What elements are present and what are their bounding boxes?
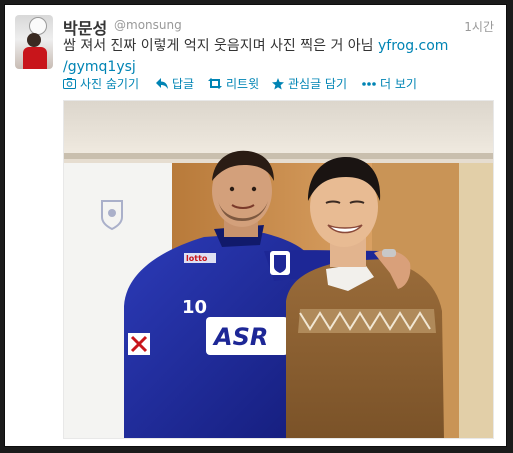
star-icon: [272, 77, 284, 89]
tweet-body: 쌈 져서 진짜 이렇게 억지 웃음지며 사진 찍은 거 아님: [63, 38, 378, 54]
more-dots-icon: [362, 81, 376, 86]
ceiling: [64, 101, 493, 153]
reply-icon: [156, 78, 168, 89]
hide-photo-button[interactable]: 사진 숨기기: [63, 75, 139, 92]
jersey-number: 10: [182, 297, 207, 318]
favorite-button[interactable]: 관심글 담기: [272, 75, 347, 92]
retweet-label: 리트윗: [226, 77, 260, 91]
tweet-actions: 사진 숨기기 답글 리트윗 관심글 담기 더 보기: [63, 75, 493, 91]
badge-crest: [274, 255, 286, 273]
tweet-timestamp[interactable]: 1시간: [464, 18, 494, 35]
eye-left: [229, 186, 235, 192]
avatar-head: [27, 33, 41, 47]
hide-photo-label: 사진 숨기기: [80, 77, 140, 91]
eye-right: [251, 186, 257, 192]
tweet-card: 박문성 @monsung 1시간 쌈 져서 진짜 이렇게 억지 웃음지며 사진 …: [4, 4, 507, 447]
reply-button[interactable]: 답글: [156, 75, 194, 92]
right-wall-edge: [459, 163, 493, 438]
photo-link-domain[interactable]: yfrog.com: [378, 38, 448, 54]
kit-brand-text: lotto: [186, 254, 208, 263]
favorite-label: 관심글 담기: [288, 77, 348, 91]
sponsor-text: ASR: [212, 323, 268, 351]
retweet-icon: [208, 78, 222, 89]
more-button[interactable]: 더 보기: [362, 75, 417, 92]
tweet-text: 쌈 져서 진짜 이렇게 억지 웃음지며 사진 찍은 거 아님 yfrog.com…: [63, 36, 493, 78]
user-handle[interactable]: @monsung: [114, 18, 182, 32]
tweet-photo[interactable]: 10 ASR lotto: [63, 100, 494, 439]
knit-sweater: [286, 259, 444, 438]
avatar[interactable]: [15, 15, 53, 69]
avatar-shirt: [23, 47, 47, 69]
photo-icon: [63, 78, 76, 89]
photo-link-path[interactable]: /gymq1ysj: [63, 59, 136, 75]
photo-scene: 10 ASR lotto: [64, 101, 493, 438]
retweet-button[interactable]: 리트윗: [208, 75, 259, 92]
more-label: 더 보기: [380, 77, 417, 91]
reply-label: 답글: [172, 77, 195, 91]
watch: [382, 249, 396, 257]
ceiling-trim: [64, 153, 493, 159]
